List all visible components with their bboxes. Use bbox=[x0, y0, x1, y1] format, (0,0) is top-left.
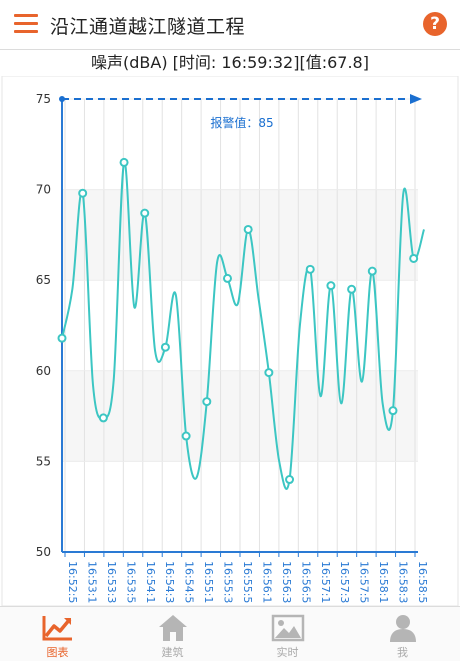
user-icon bbox=[389, 615, 416, 642]
trend-chart-icon bbox=[42, 616, 72, 641]
x-tick-label: 16:55:5 bbox=[241, 561, 254, 603]
help-icon[interactable]: ? bbox=[423, 12, 447, 36]
data-point bbox=[222, 273, 232, 283]
y-tick-label: 60 bbox=[36, 364, 51, 378]
alarm-label: 报警值：85 bbox=[210, 115, 273, 130]
tab-realtime[interactable]: 实时 bbox=[230, 607, 345, 661]
data-point bbox=[57, 333, 67, 343]
x-tick-label: 16:57:3 bbox=[338, 561, 351, 603]
data-point bbox=[98, 413, 108, 423]
data-point bbox=[326, 281, 336, 291]
picture-icon bbox=[271, 614, 304, 642]
x-tick-label: 16:58:5 bbox=[416, 561, 429, 603]
x-tick-label: 16:54:3 bbox=[163, 561, 176, 603]
y-tick-label: 65 bbox=[36, 273, 51, 287]
x-tick-label: 16:56:5 bbox=[299, 561, 312, 603]
tab-chart-label: 图表 bbox=[46, 646, 69, 659]
tab-me-label: 我 bbox=[397, 646, 408, 659]
data-point bbox=[409, 253, 419, 263]
x-tick-label: 16:53:3 bbox=[105, 561, 118, 603]
x-tick-label: 16:53:1 bbox=[85, 561, 98, 603]
data-point bbox=[367, 266, 377, 276]
app-title: 沿江通道越江隧道工程 bbox=[50, 16, 246, 38]
x-tick-label: 16:57:1 bbox=[319, 561, 332, 603]
tab-me[interactable]: 我 bbox=[345, 607, 460, 661]
x-tick-label: 16:55:1 bbox=[202, 561, 215, 603]
data-point bbox=[264, 368, 274, 378]
y-tick-label: 70 bbox=[36, 183, 51, 197]
chart-svg: 50 55 60 65 70 75 16:52:5 16:53:1 16:53:3 16:53:5… bbox=[1, 76, 459, 606]
data-point bbox=[305, 264, 315, 274]
y-tick-label: 55 bbox=[36, 454, 51, 468]
x-tick-label: 16:55:3 bbox=[222, 561, 235, 603]
chart-title: 噪声(dBA) [时间: 16:59:32][值:67.8] bbox=[91, 53, 369, 72]
x-tick-label: 16:52:5 bbox=[66, 561, 79, 603]
tab-building[interactable]: 建筑 bbox=[115, 607, 230, 661]
data-point bbox=[388, 406, 398, 416]
tab-realtime-label: 实时 bbox=[276, 646, 299, 659]
x-tick-label: 16:53:5 bbox=[124, 561, 137, 603]
data-point bbox=[347, 284, 357, 294]
tab-building-label: 建筑 bbox=[161, 646, 184, 659]
data-point bbox=[78, 188, 88, 198]
x-tick-label: 16:56:1 bbox=[260, 561, 273, 603]
menu-icon[interactable] bbox=[14, 14, 38, 34]
y-tick-label: 75 bbox=[36, 92, 51, 106]
x-tick-label: 16:54:1 bbox=[144, 561, 157, 603]
data-point bbox=[243, 224, 253, 234]
x-tick-label: 16:56:3 bbox=[280, 561, 293, 603]
data-point bbox=[285, 475, 295, 485]
data-point bbox=[160, 342, 170, 352]
x-tick-label: 16:57:5 bbox=[358, 561, 371, 603]
x-tick-label: 16:58:1 bbox=[377, 561, 390, 603]
x-tick-label: 16:54:5 bbox=[183, 561, 196, 603]
x-tick-label: 16:58:3 bbox=[397, 561, 410, 603]
data-point bbox=[181, 431, 191, 441]
app-header: 沿江通道越江隧道工程 ? bbox=[0, 0, 460, 50]
y-tick-label: 50 bbox=[36, 545, 51, 559]
data-point bbox=[140, 208, 150, 218]
noise-chart: 50 55 60 65 70 75 16:52:5 16:53:1 16:53:3 16:53:5… bbox=[0, 76, 460, 606]
tab-chart[interactable]: 图表 bbox=[0, 607, 115, 661]
app-root: 沿江通道越江隧道工程 ? 噪声(dBA) [时间: 16:59:32][值:67… bbox=[0, 0, 460, 661]
home-icon bbox=[158, 615, 187, 641]
data-point bbox=[202, 397, 212, 407]
data-point bbox=[119, 157, 129, 167]
bottom-tab-bar: 图表 建筑 实时 我 bbox=[0, 606, 460, 661]
